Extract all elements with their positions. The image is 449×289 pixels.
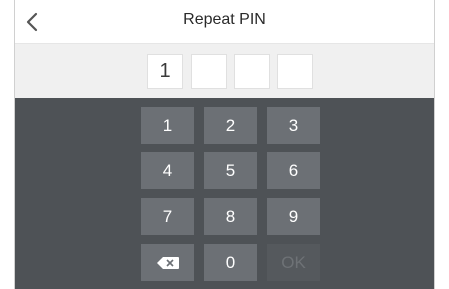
pin-digit-2	[191, 54, 227, 89]
key-6[interactable]: 6	[267, 152, 320, 189]
pin-screen: Repeat PIN 1 1 2 3 4 5 6 7 8 9 0 OK	[14, 0, 435, 289]
header: Repeat PIN	[15, 0, 434, 44]
key-9[interactable]: 9	[267, 198, 320, 235]
pin-digit-4	[277, 54, 313, 89]
pin-digit-3	[234, 54, 270, 89]
backspace-icon	[156, 256, 179, 269]
key-4[interactable]: 4	[141, 152, 194, 189]
key-0[interactable]: 0	[204, 244, 257, 281]
key-1[interactable]: 1	[141, 107, 194, 144]
key-2[interactable]: 2	[204, 107, 257, 144]
key-3[interactable]: 3	[267, 107, 320, 144]
key-8[interactable]: 8	[204, 198, 257, 235]
key-5[interactable]: 5	[204, 152, 257, 189]
pin-entry: 1	[15, 44, 434, 98]
backspace-button[interactable]	[141, 244, 194, 281]
key-7[interactable]: 7	[141, 198, 194, 235]
pin-digit-1: 1	[147, 54, 183, 89]
keypad: 1 2 3 4 5 6 7 8 9 0 OK	[15, 98, 434, 289]
ok-button[interactable]: OK	[267, 244, 320, 281]
page-title: Repeat PIN	[183, 11, 266, 28]
